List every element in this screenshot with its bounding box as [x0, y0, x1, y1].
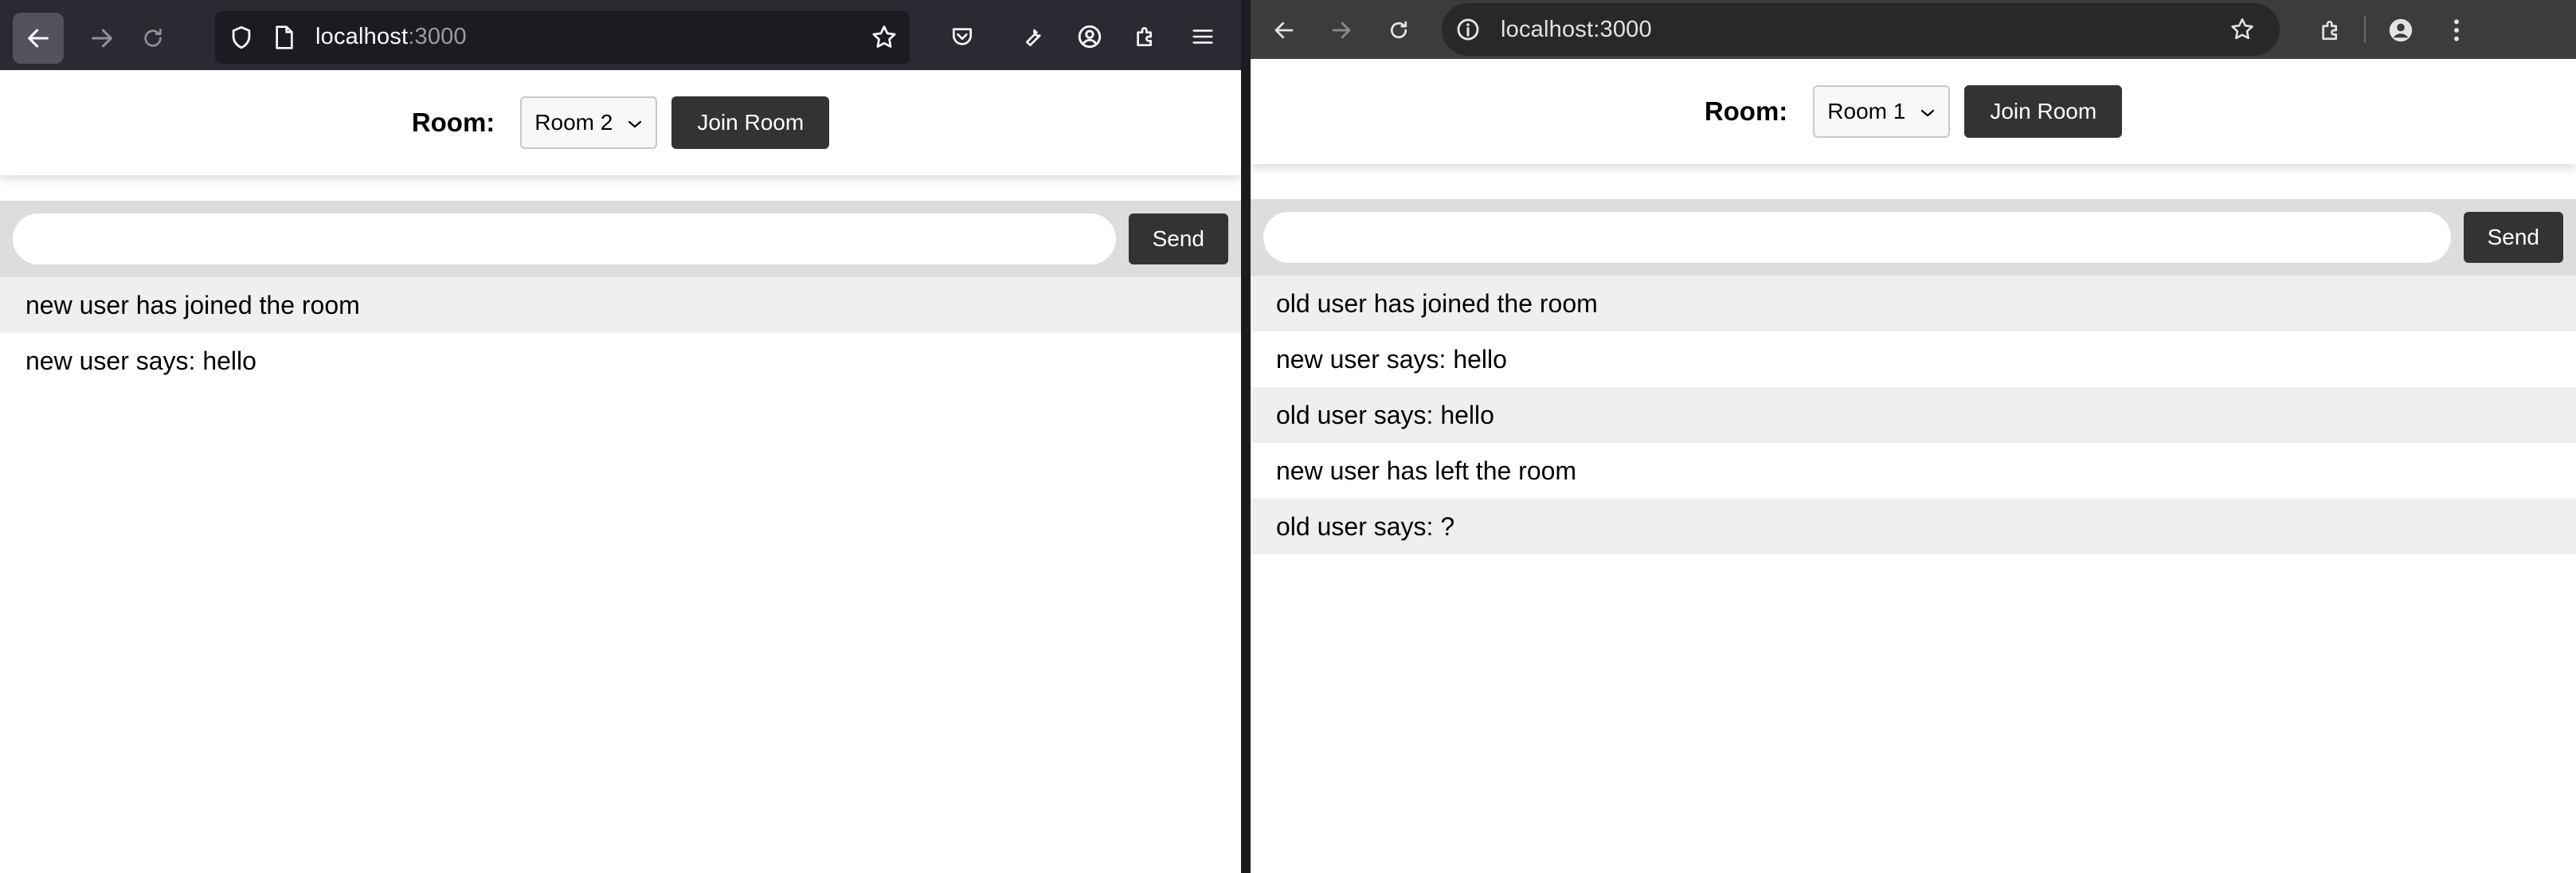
- join-room-button[interactable]: Join Room: [671, 96, 830, 149]
- profile-button[interactable]: [2383, 13, 2418, 48]
- message-item: old user has joined the room: [1251, 276, 2576, 331]
- address-bar[interactable]: localhost:3000: [1442, 3, 2280, 56]
- message-list: old user has joined the room new user sa…: [1251, 276, 2576, 554]
- join-room-button[interactable]: Join Room: [1964, 85, 2123, 138]
- page-content: Room: Room 1 Join Room Send old user has…: [1251, 59, 2576, 873]
- back-icon: [1272, 18, 1296, 42]
- star-icon[interactable]: [2229, 16, 2256, 47]
- back-button[interactable]: [1266, 13, 1302, 48]
- reload-button[interactable]: [1381, 13, 1416, 48]
- url-text: localhost:3000: [315, 24, 467, 50]
- pocket-icon: [949, 24, 975, 49]
- info-icon[interactable]: [1454, 16, 1482, 47]
- star-icon[interactable]: [870, 23, 898, 56]
- room-header: Room: Room 1 Join Room: [1251, 59, 2576, 164]
- address-bar[interactable]: localhost:3000: [215, 11, 910, 64]
- pocket-button[interactable]: [948, 22, 977, 51]
- room-select-value: Room 2: [534, 110, 613, 135]
- room-header: Room: Room 2 Join Room: [0, 70, 1241, 175]
- room-label: Room:: [411, 108, 495, 137]
- send-button[interactable]: Send: [1128, 213, 1228, 264]
- menu-button[interactable]: [1188, 22, 1217, 51]
- profile-icon: [2387, 17, 2414, 44]
- extensions-button[interactable]: [2313, 13, 2348, 48]
- page-content: Room: Room 2 Join Room Send new user has…: [0, 70, 1241, 873]
- message-form: Send: [1251, 199, 2576, 276]
- room-select[interactable]: Room 2: [520, 96, 658, 149]
- message-form: Send: [0, 201, 1241, 277]
- message-input[interactable]: [13, 213, 1116, 264]
- firefox-window: localhost:3000 Room: Room 2 Join Room Se…: [0, 0, 1241, 873]
- back-button[interactable]: [13, 13, 64, 64]
- url-text: localhost:3000: [1501, 17, 1652, 42]
- message-input[interactable]: [1263, 212, 2451, 263]
- reload-button[interactable]: [127, 13, 178, 64]
- message-list: new user has joined the room new user sa…: [0, 277, 1241, 389]
- chevron-down-icon: [1920, 99, 1936, 124]
- forward-icon: [1329, 18, 1353, 42]
- chrome-toolbar: localhost:3000: [1251, 0, 2576, 59]
- reload-icon: [140, 25, 166, 51]
- firefox-toolbar: localhost:3000: [0, 0, 1241, 70]
- chrome-window: localhost:3000 Room: Room 1 Join Room Se…: [1251, 0, 2576, 873]
- shield-icon[interactable]: [228, 24, 255, 55]
- url-host: localhost: [315, 24, 409, 49]
- account-icon: [1076, 23, 1103, 50]
- message-item: new user says: hello: [1276, 344, 1507, 374]
- toolbar-divider: [2364, 16, 2366, 43]
- chevron-down-icon: [627, 110, 643, 135]
- account-button[interactable]: [1075, 22, 1104, 51]
- forward-button[interactable]: [1324, 13, 1359, 48]
- forward-button[interactable]: [76, 13, 127, 64]
- message-item: new user has left the room: [1276, 456, 1577, 485]
- extensions-icon: [1133, 24, 1158, 49]
- menu-icon: [1191, 25, 1215, 49]
- wrench-icon: [1020, 24, 1045, 49]
- message-item: old user says: ?: [1251, 499, 2576, 554]
- more-icon: [2452, 18, 2461, 43]
- message-item: new user has joined the room: [0, 277, 1241, 333]
- reload-icon: [1387, 18, 1411, 42]
- message-item: new user says: hello: [25, 346, 256, 375]
- room-label: Room:: [1704, 96, 1788, 126]
- send-button[interactable]: Send: [2463, 212, 2563, 263]
- url-port: :3000: [408, 24, 467, 49]
- room-select[interactable]: Room 1: [1813, 85, 1951, 138]
- extensions-icon: [2318, 18, 2343, 43]
- more-button[interactable]: [2439, 13, 2474, 48]
- tools-button[interactable]: [1018, 22, 1047, 51]
- forward-icon: [88, 25, 115, 52]
- back-icon: [25, 25, 52, 52]
- message-item: old user says: hello: [1251, 387, 2576, 443]
- room-select-value: Room 1: [1827, 99, 1906, 123]
- page-icon: [272, 25, 296, 54]
- extensions-button[interactable]: [1131, 22, 1160, 51]
